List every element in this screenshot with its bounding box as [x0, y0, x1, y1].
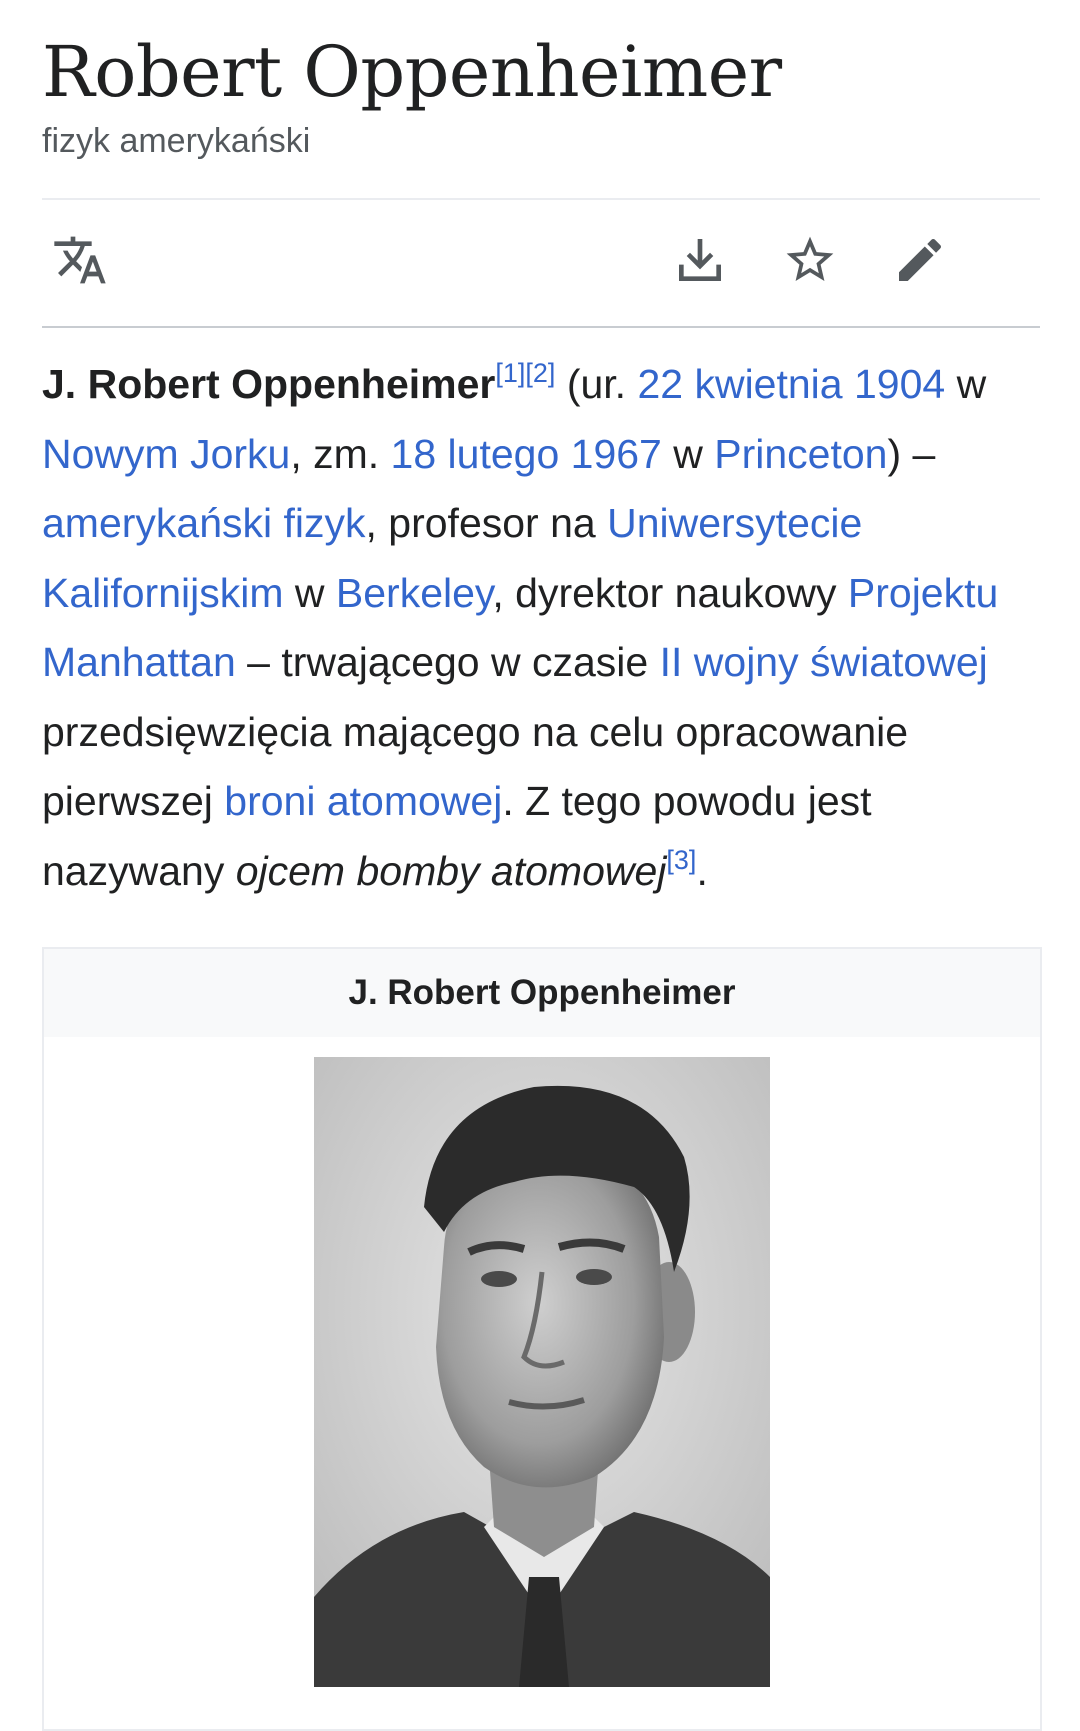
subject-name: J. Robert Oppenheimer: [42, 361, 496, 407]
reference-link-1[interactable]: [1]: [495, 358, 525, 388]
page-description: fizyk amerykański: [42, 122, 311, 160]
lead-paragraph: J. Robert Oppenheimer[1][2] (ur. 22 kwie…: [42, 350, 1052, 906]
star-icon: [782, 232, 838, 293]
link-death-place[interactable]: Princeton: [714, 431, 887, 477]
link-atomic-weapon[interactable]: broni atomowej: [224, 778, 502, 824]
watch-button[interactable]: [778, 230, 842, 294]
reference-link-2[interactable]: [2]: [525, 358, 555, 388]
translate-icon: [52, 232, 108, 293]
download-icon: [672, 232, 728, 293]
lead-text: w: [283, 569, 336, 616]
lead-text: .: [696, 847, 708, 894]
download-button[interactable]: [668, 230, 732, 294]
lead-text: , dyrektor naukowy: [492, 569, 848, 616]
lead-text: (ur.: [555, 361, 638, 407]
reference-link-3[interactable]: [3]: [666, 845, 696, 875]
lead-text: , profesor na: [365, 500, 608, 546]
infobox-caption: J. Robert Oppenheimer: [44, 949, 1040, 1037]
infobox: J. Robert Oppenheimer: [42, 947, 1042, 1731]
link-berkeley[interactable]: Berkeley: [336, 570, 492, 616]
link-death-date[interactable]: 18 lutego 1967: [391, 431, 662, 477]
page-title: Robert Oppenheimer: [42, 31, 782, 113]
edit-button[interactable]: [888, 230, 952, 294]
pencil-icon: [892, 232, 948, 293]
lead-text: – trwającego w czasie: [235, 639, 660, 685]
lead-text: , zm.: [290, 430, 391, 477]
link-profession[interactable]: amerykański fizyk: [42, 500, 366, 546]
lead-text: w: [661, 430, 715, 477]
reference-1: [1][2]: [495, 358, 555, 388]
divider: [42, 326, 1040, 328]
lead-text: w: [945, 361, 987, 407]
reference-3: [3]: [666, 845, 696, 875]
language-button[interactable]: [48, 230, 112, 294]
portrait-illustration: [314, 1057, 770, 1687]
link-world-war-2[interactable]: II wojny światowej: [660, 639, 988, 685]
italic-phrase: ojcem bomby atomowej: [235, 847, 667, 894]
page-actions-toolbar: [42, 200, 1040, 326]
portrait-image[interactable]: [314, 1057, 770, 1687]
lead-text: ) –: [887, 430, 936, 477]
link-birth-date[interactable]: 22 kwietnia 1904: [637, 361, 945, 407]
link-birth-place[interactable]: Nowym Jorku: [42, 431, 290, 477]
